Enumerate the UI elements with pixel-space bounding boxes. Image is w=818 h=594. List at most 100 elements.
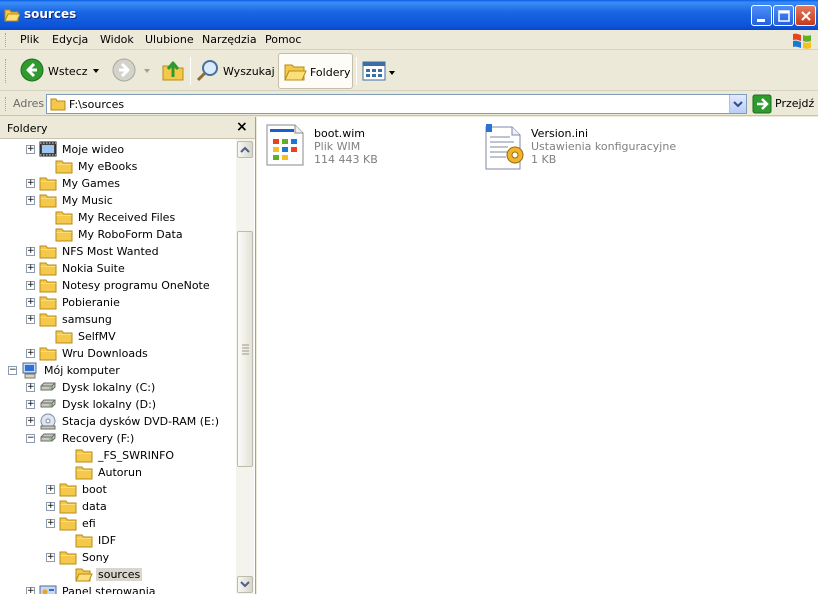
views-dropdown[interactable] bbox=[388, 67, 396, 80]
scroll-thumb[interactable] bbox=[237, 231, 253, 467]
expand-icon[interactable]: + bbox=[46, 519, 55, 528]
standard-toolbar: Wstecz Wyszukaj Foldery bbox=[0, 51, 818, 91]
expand-icon[interactable]: + bbox=[26, 264, 35, 273]
up-folder-icon bbox=[162, 61, 184, 81]
back-dropdown[interactable] bbox=[92, 65, 100, 78]
expand-icon[interactable]: + bbox=[26, 281, 35, 290]
menu-plik[interactable]: Plik bbox=[20, 33, 39, 46]
expand-icon[interactable]: + bbox=[26, 179, 35, 188]
expand-icon[interactable]: + bbox=[46, 502, 55, 511]
tree-item-label: Pobieranie bbox=[62, 296, 120, 309]
expand-icon[interactable]: + bbox=[26, 196, 35, 205]
tree-item-label: My Music bbox=[62, 194, 113, 207]
title-bar[interactable]: sources bbox=[0, 0, 818, 30]
expand-icon[interactable]: + bbox=[26, 298, 35, 307]
maximize-icon bbox=[778, 10, 790, 22]
ini-file-icon bbox=[482, 123, 528, 174]
menu-bar: Plik Edycja Widok Ulubione Narzędzia Pom… bbox=[0, 30, 818, 50]
folder-pane: Foldery × + Moje wideo My eBooks + My Games +… bbox=[0, 117, 256, 594]
open-folder-icon bbox=[4, 7, 21, 26]
folder-icon bbox=[55, 158, 73, 177]
tree-item-label: NFS Most Wanted bbox=[62, 245, 159, 258]
search-button[interactable] bbox=[196, 59, 220, 86]
back-arrow-icon bbox=[20, 58, 44, 82]
expand-icon[interactable]: + bbox=[46, 485, 55, 494]
menubar-grip[interactable] bbox=[5, 33, 8, 47]
minimize-button[interactable] bbox=[751, 5, 772, 26]
chevron-down-icon bbox=[93, 69, 99, 73]
expand-icon[interactable]: + bbox=[26, 383, 35, 392]
close-icon bbox=[801, 11, 811, 21]
minimize-icon bbox=[757, 19, 765, 22]
tree-item-label: Notesy programu OneNote bbox=[62, 279, 210, 292]
close-button[interactable] bbox=[795, 5, 816, 26]
explorer-window: sources Plik Edycja Widok Ulubione Narzę… bbox=[0, 0, 818, 594]
toolbar-grip[interactable] bbox=[5, 59, 8, 83]
views-button[interactable] bbox=[362, 61, 386, 84]
folder-pane-title: Foldery bbox=[7, 122, 48, 135]
folders-icon bbox=[284, 64, 307, 81]
expand-icon[interactable]: + bbox=[26, 587, 35, 594]
expand-icon[interactable]: + bbox=[26, 417, 35, 426]
search-label[interactable]: Wyszukaj bbox=[223, 65, 275, 78]
open-folder-icon bbox=[75, 566, 93, 585]
expand-icon[interactable]: + bbox=[26, 349, 35, 358]
tree-item-label: Dysk lokalny (C:) bbox=[62, 381, 156, 394]
control-panel-icon bbox=[39, 583, 57, 594]
chevron-down-icon bbox=[733, 101, 743, 108]
expand-icon[interactable]: + bbox=[26, 400, 35, 409]
folder-pane-close-button[interactable]: × bbox=[236, 120, 248, 134]
tree-item-label: My eBooks bbox=[78, 160, 138, 173]
address-input[interactable]: F:\sources bbox=[46, 94, 747, 114]
back-label[interactable]: Wstecz bbox=[48, 65, 88, 78]
menu-widok[interactable]: Widok bbox=[100, 33, 134, 46]
menu-ulubione[interactable]: Ulubione bbox=[145, 33, 194, 46]
tree-item-label: boot bbox=[82, 483, 107, 496]
chevron-down-icon bbox=[240, 581, 250, 588]
chevron-down-icon bbox=[389, 71, 395, 75]
tree-item-label: sources bbox=[96, 568, 143, 581]
file-type: Ustawienia konfiguracyjne bbox=[531, 140, 677, 153]
expand-icon[interactable]: + bbox=[46, 553, 55, 562]
expand-icon[interactable]: + bbox=[26, 315, 35, 324]
scroll-down-button[interactable] bbox=[237, 576, 253, 593]
drive-icon bbox=[39, 430, 57, 449]
folders-label: Foldery bbox=[310, 66, 351, 79]
chevron-up-icon bbox=[240, 146, 250, 153]
expand-icon[interactable]: + bbox=[26, 145, 35, 154]
menu-pomoc[interactable]: Pomoc bbox=[265, 33, 301, 46]
folder-icon bbox=[50, 98, 66, 111]
folder-pane-header: Foldery × bbox=[0, 117, 255, 139]
collapse-icon[interactable]: − bbox=[26, 434, 35, 443]
folder-tree: + Moje wideo My eBooks + My Games + My Music My… bbox=[0, 139, 236, 594]
folder-icon bbox=[55, 328, 73, 347]
go-arrow-icon bbox=[752, 94, 772, 114]
up-folder-button[interactable] bbox=[160, 57, 186, 86]
menu-narzedzia[interactable]: Narzędzia bbox=[202, 33, 257, 46]
folder-tree-scrollbar[interactable] bbox=[236, 139, 254, 594]
folders-button[interactable]: Foldery bbox=[278, 53, 353, 89]
folder-icon bbox=[75, 532, 93, 551]
tree-item-label: Stacja dysków DVD-RAM (E:) bbox=[62, 415, 219, 428]
folder-icon bbox=[55, 226, 73, 245]
go-button[interactable]: Przejdź bbox=[752, 94, 816, 114]
maximize-button[interactable] bbox=[773, 5, 794, 26]
scroll-up-button[interactable] bbox=[237, 141, 253, 158]
tree-item-label: _FS_SWRINFO bbox=[98, 449, 175, 462]
collapse-icon[interactable]: − bbox=[8, 366, 17, 375]
address-label: Adres bbox=[13, 97, 45, 110]
menu-edycja[interactable]: Edycja bbox=[52, 33, 88, 46]
tree-item-label: Autorun bbox=[98, 466, 143, 479]
tree-item-label: Sony bbox=[82, 551, 110, 564]
tree-item-label: IDF bbox=[98, 534, 117, 547]
addressbar-grip[interactable] bbox=[5, 97, 8, 111]
back-button[interactable] bbox=[20, 58, 44, 85]
address-dropdown[interactable] bbox=[729, 95, 746, 113]
chevron-down-icon bbox=[144, 69, 150, 73]
forward-button[interactable] bbox=[112, 58, 136, 85]
tree-item-label: Wru Downloads bbox=[62, 347, 148, 360]
address-value[interactable]: F:\sources bbox=[69, 98, 124, 111]
expand-icon[interactable]: + bbox=[26, 247, 35, 256]
tree-item-label: My Received Files bbox=[78, 211, 176, 224]
forward-dropdown[interactable] bbox=[143, 65, 151, 78]
